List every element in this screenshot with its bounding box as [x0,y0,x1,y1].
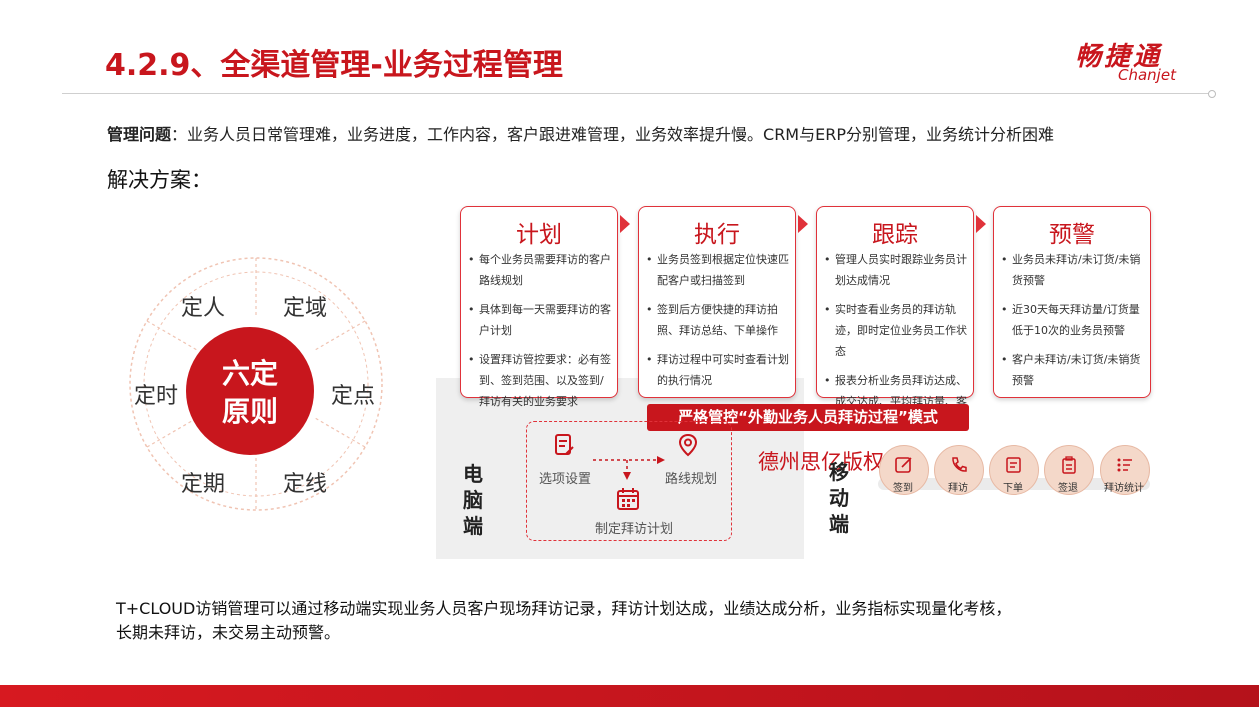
pc-flow-box: 选项设置 路线规划 制定拜访计划 [526,421,732,541]
card-alert: 预警 业务员未拜访/未订货/未销货预警 近30天每天拜访量/订货量低于10次的业… [993,206,1151,398]
wheel-segment-time: 定时 [134,384,179,409]
copyright-watermark: 德州思亿版权 [758,450,884,474]
card-execute-title: 执行 [694,222,740,248]
card-alert-list: 业务员未拜访/未订货/未销货预警 近30天每天拜访量/订货量低于10次的业务员预… [1000,249,1144,399]
chanjet-logo-en: Chanjet [1118,66,1176,84]
summary-text: T+CLOUD访销管理可以通过移动端实现业务人员客户现场拜访记录，拜访计划达成，… [116,597,1011,645]
summary-line2: 长期未拜访，未交易主动预警。 [116,623,341,642]
chevron-right-icon [798,215,808,233]
list-item: 签到后方便快捷的拜访拍照、拜访总结、下单操作 [645,299,789,341]
card-track: 跟踪 管理人员实时跟踪业务员计划达成情况 实时查看业务员的拜访轨迹，即时定位业务… [816,206,974,429]
visit-label: 拜访 [948,483,968,494]
card-alert-title: 预警 [1049,222,1095,248]
list-item: 管理人员实时跟踪业务员计划达成情况 [823,249,967,291]
card-execute: 执行 业务员签到根据定位快速匹配客户或扫描签到 签到后方便快捷的拜访拍照、拜访总… [638,206,796,398]
list-item: 具体到每一天需要拜访的客户计划 [467,299,611,341]
list-item: 业务员签到根据定位快速匹配客户或扫描签到 [645,249,789,291]
visit-stats-label: 拜访统计 [1104,483,1144,494]
list-item: 近30天每天拜访量/订货量低于10次的业务员预警 [1000,299,1144,341]
wheel-segment-period: 定期 [181,472,226,497]
chevron-right-icon [620,215,630,233]
mobile-side-label: 移动端 [829,460,849,536]
card-plan-list: 每个业务员需要拜访的客户路线规划 具体到每一天需要拜访的客户计划 设置拜访管控要… [467,249,611,420]
problem-label: 管理问题 [107,125,172,144]
card-plan-title: 计划 [516,222,562,248]
map-pin-icon [678,433,698,457]
slide-title: 4.2.9、全渠道管理-业务过程管理 [105,48,563,83]
title-divider [62,93,1212,94]
checkout-label: 签退 [1058,483,1078,494]
wheel-center-line1: 六定 [221,357,278,390]
problem-statement: 管理问题：业务人员日常管理难，业务进度，工作内容，客户跟进难管理，业务效率提升慢… [107,121,1054,145]
wheel-center-line2: 原则 [221,395,278,428]
list-item: 业务员未拜访/未订货/未销货预警 [1000,249,1144,291]
phone-icon [952,457,967,472]
flow-step-route: 路线规划 [665,472,718,487]
checkin-label: 签到 [893,483,913,494]
list-item: 每个业务员需要拜访的客户路线规划 [467,249,611,291]
clipboard-icon [1062,456,1076,474]
footer-bar [0,685,1259,707]
wheel-segment-area: 定域 [283,296,328,321]
list-stats-icon [1117,458,1132,472]
list-item: 实时查看业务员的拜访轨迹，即时定位业务员工作状态 [823,299,967,362]
flow-step-settings: 选项设置 [539,472,592,487]
list-item: 客户未拜访/未订货/未销货预警 [1000,349,1144,391]
flow-connector [593,456,665,480]
edit-icon [895,457,912,473]
document-edit-icon [555,434,574,455]
divider-end-dot [1208,90,1216,98]
order-form-icon [1006,457,1021,473]
card-track-title: 跟踪 [872,222,918,248]
flow-step-visit-plan: 制定拜访计划 [595,522,674,537]
summary-line1: T+CLOUD访销管理可以通过移动端实现业务人员客户现场拜访记录，拜访计划达成，… [116,599,1012,618]
list-item: 拜访过程中可实时查看计划的执行情况 [645,349,789,391]
solution-label: 解决方案： [107,168,212,192]
card-execute-list: 业务员签到根据定位快速匹配客户或扫描签到 签到后方便快捷的拜访拍照、拜访总结、下… [645,249,789,399]
wheel-center-label: 六定 原则 [190,355,310,431]
chevron-right-icon [976,215,986,233]
problem-text: ：业务人员日常管理难，业务进度，工作内容，客户跟进难管理，业务效率提升慢。CRM… [171,125,1054,144]
calendar-icon [617,488,639,510]
wheel-segment-point: 定点 [331,384,376,409]
pc-side-label: 电脑端 [463,462,483,538]
wheel-segment-person: 定人 [181,296,226,321]
order-label: 下单 [1003,483,1023,494]
list-item: 设置拜访管控要求：必有签到、签到范围、以及签到/拜访有关的业务要求 [467,349,611,412]
wheel-segment-route: 定线 [283,472,328,497]
card-plan: 计划 每个业务员需要拜访的客户路线规划 具体到每一天需要拜访的客户计划 设置拜访… [460,206,618,408]
